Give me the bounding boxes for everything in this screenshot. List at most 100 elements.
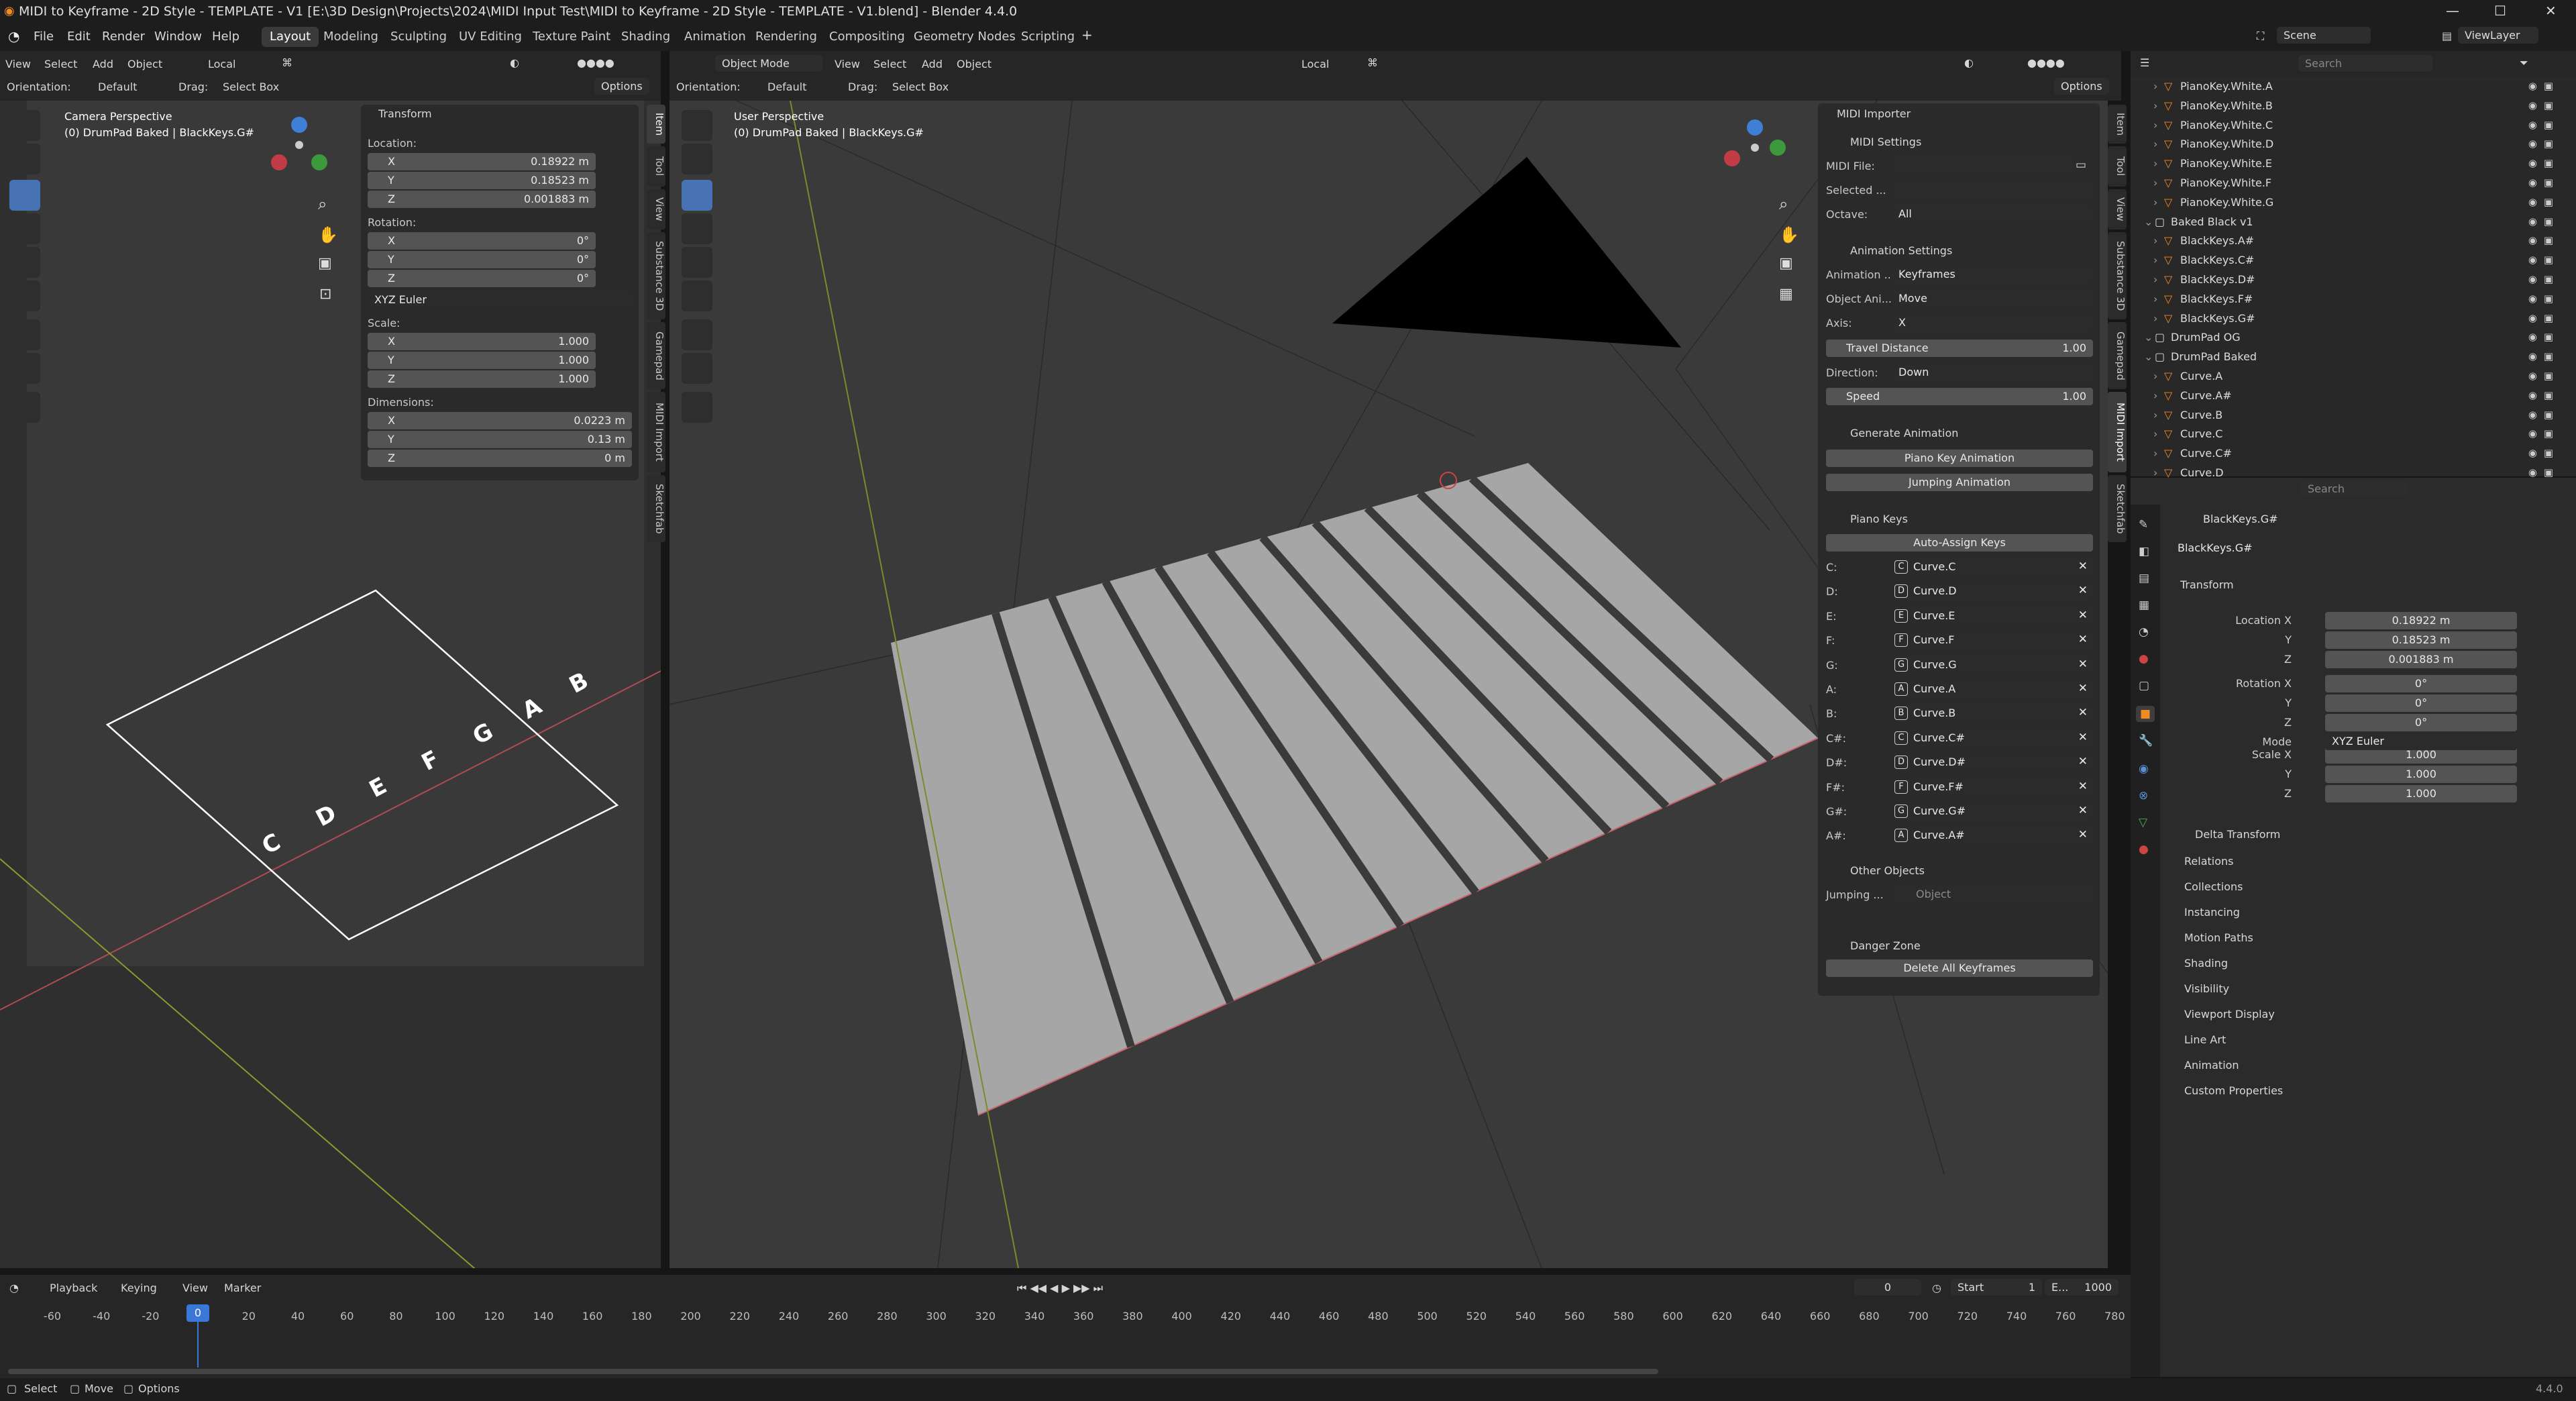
- clear-icon[interactable]: ✕: [2078, 804, 2088, 817]
- outliner-row[interactable]: › ▽ PianoKey.White.G ◉ ▣: [2131, 193, 2560, 212]
- scene-selector[interactable]: Scene: [2277, 27, 2371, 44]
- outliner-row[interactable]: › ▽ Curve.A# ◉ ▣: [2131, 386, 2560, 405]
- visibility-icon[interactable]: ◉: [2528, 119, 2537, 131]
- data-props-icon[interactable]: ▽: [2139, 816, 2147, 829]
- main-grid-icon[interactable]: ▦: [1779, 286, 1793, 303]
- clear-icon[interactable]: ✕: [2078, 706, 2088, 719]
- object-props-icon[interactable]: ■: [2136, 706, 2155, 722]
- props-section[interactable]: Viewport Display: [2184, 1008, 2275, 1021]
- render-icon[interactable]: ▣: [2544, 119, 2553, 131]
- rotation-x-field[interactable]: X 0°: [368, 232, 596, 250]
- outliner-row[interactable]: ⌄ ▢ Baked Black v1 ◉ ▣: [2131, 212, 2560, 231]
- left-shading-icon[interactable]: ●●●●: [577, 56, 614, 69]
- menu-edit[interactable]: Edit: [67, 30, 91, 44]
- main-pan-icon[interactable]: ✋: [1779, 225, 1799, 244]
- visibility-icon[interactable]: ◉: [2528, 234, 2537, 246]
- outliner-row[interactable]: › ▽ PianoKey.White.E ◉ ▣: [2131, 154, 2560, 173]
- mode-selector[interactable]: Object Mode: [715, 55, 822, 72]
- main-zoom-icon[interactable]: ⌕: [1779, 195, 1788, 213]
- midi-key-curve-field[interactable]: G Curve.G ✕: [1892, 656, 2093, 674]
- left-camera-icon[interactable]: ▣: [318, 255, 332, 272]
- render-icon[interactable]: ▣: [2544, 427, 2553, 439]
- octave-dropdown[interactable]: All: [1892, 205, 2093, 223]
- left-lock-icon[interactable]: ⊡: [319, 286, 331, 303]
- props-section[interactable]: Line Art: [2184, 1033, 2226, 1046]
- material-props-icon[interactable]: ●: [2139, 843, 2149, 856]
- left-overlay-icon[interactable]: ◐: [510, 56, 519, 69]
- clear-icon[interactable]: ✕: [2078, 560, 2088, 573]
- close-icon[interactable]: ✕: [2545, 3, 2557, 19]
- left-snap-icon[interactable]: ⌘: [282, 56, 292, 69]
- scale-x-field[interactable]: X 1.000: [368, 333, 596, 350]
- rotation-mode-dropdown[interactable]: XYZ Euler: [368, 291, 632, 309]
- visibility-icon[interactable]: ◉: [2528, 273, 2537, 285]
- main-tab-gamepad[interactable]: Gamepad: [2108, 322, 2127, 389]
- left-nav-gizmo[interactable]: [266, 111, 333, 185]
- outliner-row[interactable]: ⌄ ▢ DrumPad OG ◉ ▣: [2131, 327, 2560, 347]
- folder-icon[interactable]: ▭: [2076, 158, 2086, 172]
- main-orientation[interactable]: Default: [767, 81, 806, 93]
- menu-file[interactable]: File: [34, 30, 54, 44]
- outliner-search[interactable]: Search: [2298, 55, 2432, 72]
- left-tab-sketchfab[interactable]: Sketchfab: [647, 475, 665, 542]
- main-menu-view[interactable]: View: [835, 58, 860, 70]
- props-section[interactable]: Motion Paths: [2184, 931, 2253, 944]
- main-menu-add[interactable]: Add: [922, 58, 943, 70]
- render-icon[interactable]: ▣: [2544, 466, 2553, 478]
- clear-icon[interactable]: ✕: [2078, 584, 2088, 597]
- location-y-field[interactable]: Y 0.18523 m: [368, 172, 596, 189]
- visibility-icon[interactable]: ◉: [2528, 466, 2537, 478]
- render-icon[interactable]: ▣: [2544, 99, 2553, 111]
- object-anim-dropdown[interactable]: Move: [1892, 290, 2093, 307]
- timeline-keying-menu[interactable]: Keying: [121, 1282, 157, 1294]
- main-add-cube-tool[interactable]: [682, 392, 712, 423]
- visibility-icon[interactable]: ◉: [2528, 176, 2537, 189]
- props-loc-field[interactable]: 0.18523 m: [2325, 631, 2517, 649]
- tab-scripting[interactable]: Scripting: [1013, 27, 1083, 47]
- start-frame-field[interactable]: Start 1: [1951, 1279, 2042, 1296]
- main-shading-icon[interactable]: ●●●●: [2027, 56, 2065, 69]
- midi-key-curve-field[interactable]: E Curve.E ✕: [1892, 607, 2093, 625]
- collection-props-icon[interactable]: ▢: [2139, 679, 2149, 692]
- render-icon[interactable]: ▣: [2544, 196, 2553, 208]
- render-icon[interactable]: ▣: [2544, 234, 2553, 246]
- outliner-row[interactable]: › ▽ PianoKey.White.C ◉ ▣: [2131, 115, 2560, 135]
- visibility-icon[interactable]: ◉: [2528, 80, 2537, 92]
- props-loc-field[interactable]: 0.18922 m: [2325, 612, 2517, 629]
- props-rot-field[interactable]: 0°: [2325, 694, 2517, 712]
- visibility-icon[interactable]: ◉: [2528, 99, 2537, 111]
- render-icon[interactable]: ▣: [2544, 370, 2553, 382]
- dimensions-x-field[interactable]: X 0.0223 m: [368, 412, 632, 429]
- visibility-icon[interactable]: ◉: [2528, 196, 2537, 208]
- visibility-icon[interactable]: ◉: [2528, 312, 2537, 324]
- main-tab-tool[interactable]: Tool: [2108, 146, 2127, 187]
- render-icon[interactable]: ▣: [2544, 273, 2553, 285]
- outliner-row[interactable]: › ▽ BlackKeys.D# ◉ ▣: [2131, 270, 2560, 289]
- main-select-tool[interactable]: [682, 110, 712, 141]
- timeline-marker-menu[interactable]: Marker: [224, 1282, 261, 1294]
- render-icon[interactable]: ▣: [2544, 293, 2553, 305]
- render-icon[interactable]: ▣: [2544, 331, 2553, 343]
- dimensions-z-field[interactable]: Z0 m: [368, 450, 632, 467]
- render-icon[interactable]: ▣: [2544, 80, 2553, 92]
- timeline-scrollbar[interactable]: [8, 1369, 1658, 1374]
- outliner-editor-icon[interactable]: ☰: [2140, 56, 2149, 69]
- tab-geometry-nodes[interactable]: Geometry Nodes: [906, 27, 1024, 47]
- main-rotate-tool[interactable]: [682, 213, 712, 244]
- visibility-icon[interactable]: ◉: [2528, 370, 2537, 382]
- tab-layout[interactable]: Layout: [262, 27, 319, 47]
- midi-key-curve-field[interactable]: A Curve.A ✕: [1892, 680, 2093, 698]
- world-props-icon[interactable]: ●: [2139, 652, 2149, 666]
- axis-dropdown[interactable]: X: [1892, 314, 2093, 331]
- props-rot-field[interactable]: 0°: [2325, 675, 2517, 692]
- speed-field[interactable]: Speed 1.00: [1826, 388, 2093, 405]
- clear-icon[interactable]: ✕: [2078, 755, 2088, 768]
- left-tab-gamepad[interactable]: Gamepad: [647, 322, 665, 389]
- main-transform-space[interactable]: Local: [1301, 58, 1329, 70]
- outliner-row[interactable]: › ▽ PianoKey.White.F ◉ ▣: [2131, 173, 2560, 193]
- left-options[interactable]: Options: [594, 78, 649, 95]
- left-pan-icon[interactable]: ✋: [318, 225, 338, 244]
- props-scale-field[interactable]: 1.000: [2325, 785, 2517, 802]
- midi-file-input[interactable]: [1892, 157, 2073, 174]
- outliner-row[interactable]: › ▽ Curve.C# ◉ ▣: [2131, 444, 2560, 463]
